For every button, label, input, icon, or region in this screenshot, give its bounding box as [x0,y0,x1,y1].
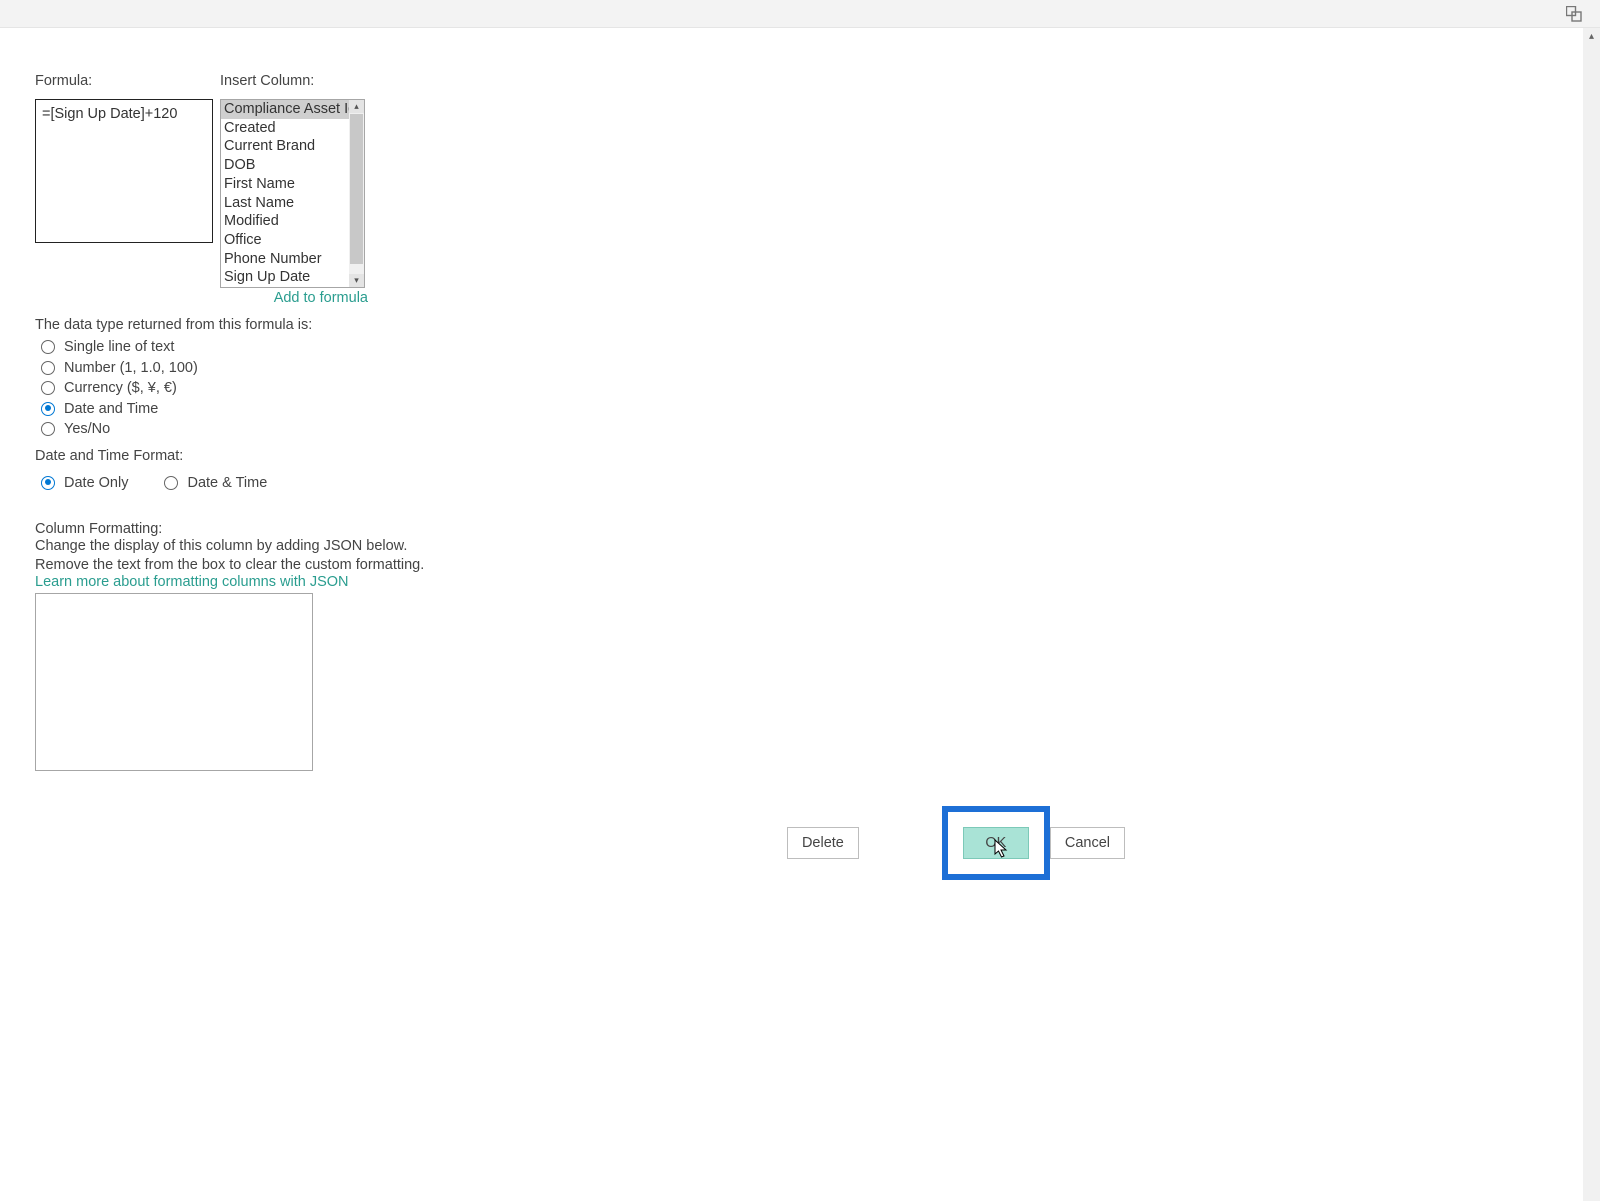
list-item[interactable]: Phone Number [221,250,364,269]
radio-icon[interactable] [41,422,55,436]
list-item[interactable]: Current Brand [221,137,364,156]
scrollbar-thumb[interactable] [350,114,363,264]
cancel-button[interactable]: Cancel [1050,827,1125,859]
top-bar [0,0,1600,28]
json-formatting-input[interactable] [35,593,313,771]
column-formatting-desc2: Remove the text from the box to clear th… [35,556,1565,575]
ok-highlight-frame: OK [942,806,1050,880]
datatype-radio-group: Single line of text Number (1, 1.0, 100) C… [35,339,1565,437]
radio-icon[interactable] [164,476,178,490]
datatype-option[interactable]: Date and Time [41,401,1565,417]
datatype-option[interactable]: Number (1, 1.0, 100) [41,360,1565,376]
radio-label: Number (1, 1.0, 100) [64,360,198,376]
form-panel: Formula: Insert Column: Compliance Asset… [0,28,1600,774]
datetime-format-label: Date and Time Format: [35,448,1565,464]
formula-input[interactable] [35,99,213,243]
list-item[interactable]: DOB [221,156,364,175]
insert-column-listbox[interactable]: Compliance Asset IdCreatedCurrent BrandD… [220,99,365,288]
datatype-option[interactable]: Currency ($, ¥, €) [41,380,1565,396]
datatype-option[interactable]: Single line of text [41,339,1565,355]
list-item[interactable]: Last Name [221,194,364,213]
scroll-up-icon[interactable]: ▴ [349,100,364,113]
radio-label: Yes/No [64,421,110,437]
list-item[interactable]: Sign Up Date [221,268,364,287]
scroll-down-icon[interactable]: ▾ [349,274,364,287]
list-item[interactable]: Created [221,119,364,138]
ok-button[interactable]: OK [963,827,1029,859]
dtf-option[interactable]: Date Only [41,475,128,491]
radio-label: Single line of text [64,339,174,355]
datatype-option[interactable]: Yes/No [41,421,1565,437]
list-item[interactable]: First Name [221,175,364,194]
list-item[interactable]: Modified [221,212,364,231]
dtf-option[interactable]: Date & Time [164,475,267,491]
radio-icon[interactable] [41,361,55,375]
learn-more-link[interactable]: Learn more about formatting columns with… [35,574,1565,590]
radio-icon[interactable] [41,476,55,490]
list-item[interactable]: Compliance Asset Id [221,100,364,119]
add-to-formula-link[interactable]: Add to formula [223,290,368,306]
datetime-format-radio-group: Date Only Date & Time [35,470,1565,495]
radio-label: Date and Time [64,401,158,417]
datatype-intro-label: The data type returned from this formula… [35,317,1565,333]
column-formatting-desc1: Change the display of this column by add… [35,537,1565,556]
expand-icon[interactable] [1566,6,1582,22]
radio-icon[interactable] [41,402,55,416]
list-item[interactable]: Office [221,231,364,250]
button-bar: Delete OK Cancel [35,806,1125,880]
radio-label: Date & Time [187,475,267,491]
radio-icon[interactable] [41,381,55,395]
delete-button[interactable]: Delete [787,827,859,859]
listbox-scrollbar[interactable]: ▴ ▾ [349,100,364,287]
column-formatting-label: Column Formatting: [35,521,1565,537]
radio-label: Currency ($, ¥, €) [64,380,177,396]
radio-label: Date Only [64,475,128,491]
formula-label: Formula: [35,73,213,89]
insert-column-label: Insert Column: [220,73,368,89]
radio-icon[interactable] [41,340,55,354]
